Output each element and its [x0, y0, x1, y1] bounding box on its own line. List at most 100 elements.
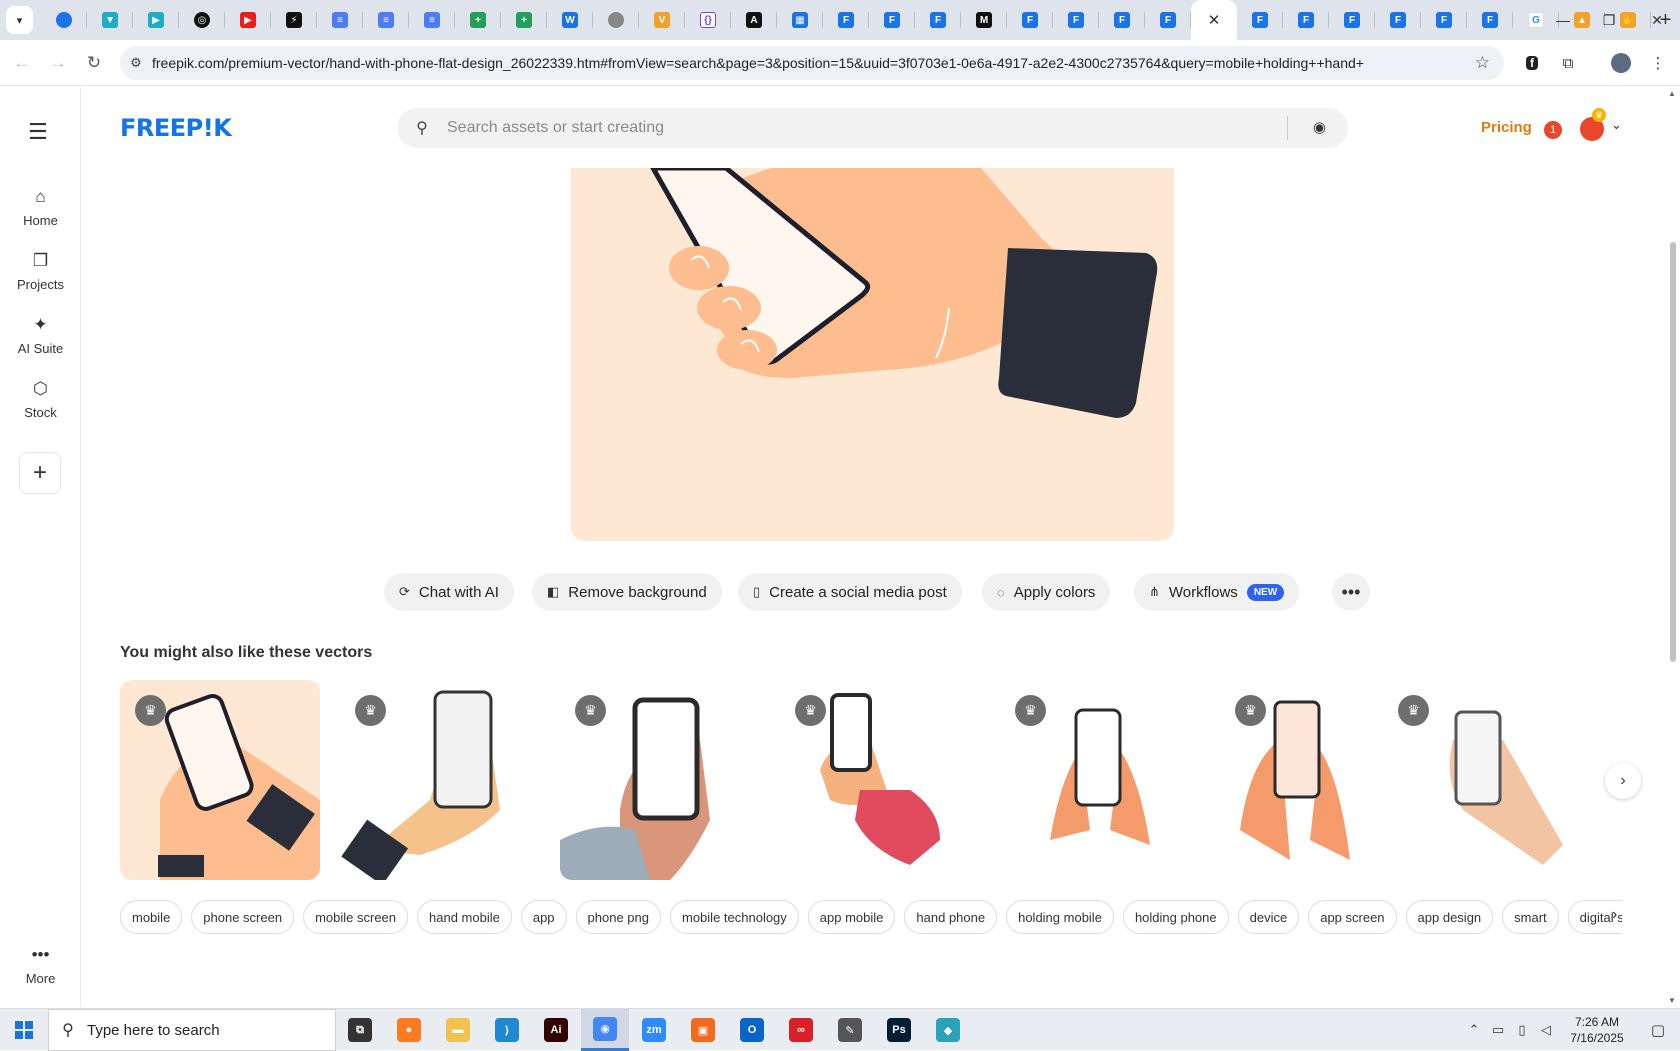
browser-tab[interactable]: ▼: [87, 0, 134, 40]
browser-tab[interactable]: F: [1007, 0, 1054, 40]
sidebar-item-more[interactable]: ••• More: [0, 945, 81, 986]
browser-tab[interactable]: ▦: [777, 0, 824, 40]
browser-tab[interactable]: F: [1053, 0, 1100, 40]
browser-tab[interactable]: ▶: [133, 0, 180, 40]
related-vector-thumbnail[interactable]: ♛: [1000, 680, 1200, 880]
back-button[interactable]: ←: [5, 46, 39, 80]
tag-chip[interactable]: device: [1237, 900, 1300, 934]
related-vector-thumbnail[interactable]: ♛: [560, 680, 760, 880]
freepik-logo[interactable]: FREEP!K: [120, 114, 232, 142]
browser-tab[interactable]: M: [961, 0, 1008, 40]
browser-tab[interactable]: A: [731, 0, 778, 40]
windows-start-button[interactable]: [0, 1009, 48, 1051]
extensions-puzzle-icon[interactable]: ⧉: [1551, 46, 1585, 80]
sidebar-item-projects[interactable]: ❐ Projects: [0, 251, 81, 292]
create-a-social-media-post-button[interactable]: ▯ Create a social media post: [738, 573, 962, 611]
taskbar-app-button[interactable]: ⟩: [483, 1009, 531, 1051]
forward-button[interactable]: →: [41, 46, 75, 80]
browser-tab[interactable]: F: [1237, 0, 1284, 40]
browser-tab[interactable]: F: [1467, 0, 1514, 40]
browser-tab[interactable]: {}: [685, 0, 732, 40]
browser-menu-icon[interactable]: ⋮: [1641, 46, 1675, 80]
related-vector-thumbnail[interactable]: ♛: [1383, 680, 1603, 880]
tray-chevron-up-icon[interactable]: ⌃: [1462, 1022, 1486, 1038]
tab-search-button[interactable]: ▾: [6, 6, 34, 34]
pricing-link[interactable]: Pricing: [1481, 119, 1532, 136]
scroll-up-arrow-icon[interactable]: ▲: [1668, 89, 1676, 98]
browser-tab[interactable]: +: [455, 0, 502, 40]
camera-search-icon[interactable]: ◉: [1313, 118, 1326, 136]
taskbar-app-button[interactable]: ▬: [434, 1009, 482, 1051]
browser-tab[interactable]: [593, 0, 640, 40]
action-center-icon[interactable]: ▢: [1636, 1021, 1680, 1039]
tag-chip[interactable]: holding phone: [1122, 900, 1229, 934]
restore-button[interactable]: ❐: [1586, 0, 1632, 40]
account-chevron-down-icon[interactable]: ⌄: [1611, 117, 1622, 133]
taskbar-app-button[interactable]: zm: [630, 1009, 678, 1051]
taskbar-app-button[interactable]: ◆: [924, 1009, 972, 1051]
tags-next-chevron-icon[interactable]: ›: [1612, 906, 1617, 924]
bookmark-star-icon[interactable]: ☆: [1475, 53, 1490, 73]
browser-tab[interactable]: ◎: [179, 0, 226, 40]
browser-tab[interactable]: [41, 0, 88, 40]
sidebar-item-home[interactable]: ⌂ Home: [0, 187, 81, 228]
active-tab[interactable]: ✕: [1191, 0, 1238, 40]
related-vector-thumbnail[interactable]: ♛: [780, 680, 980, 880]
taskbar-app-button[interactable]: ◉: [581, 1009, 629, 1051]
sidebar-add-button[interactable]: +: [19, 452, 61, 494]
tag-chip[interactable]: phone screen: [191, 900, 295, 934]
tag-chip[interactable]: app design: [1405, 900, 1494, 934]
site-info-icon[interactable]: ⚙: [120, 55, 152, 71]
browser-tab[interactable]: +: [501, 0, 548, 40]
tag-chip[interactable]: app screen: [1308, 900, 1397, 934]
apply-colors-button[interactable]: ◌ Apply colors: [982, 573, 1111, 611]
omnibox[interactable]: ⚙ freepik.com/premium-vector/hand-with-p…: [120, 46, 1504, 80]
browser-tab[interactable]: ≡: [317, 0, 364, 40]
taskbar-clock[interactable]: 7:26 AM 7/16/2025: [1558, 1014, 1636, 1046]
tag-chip[interactable]: hand mobile: [417, 900, 512, 934]
profile-avatar[interactable]: [1604, 46, 1638, 80]
tag-chip[interactable]: app mobile: [807, 900, 896, 934]
taskbar-app-button[interactable]: Ps: [875, 1009, 923, 1051]
sidebar-item-ai-suite[interactable]: ✦ AI Suite: [0, 315, 81, 356]
remove-background-button[interactable]: ◧ Remove background: [532, 573, 722, 611]
notification-badge[interactable]: 1: [1544, 121, 1562, 139]
minimize-button[interactable]: —: [1540, 0, 1586, 40]
browser-tab[interactable]: F: [823, 0, 870, 40]
browser-tab[interactable]: ▶: [225, 0, 272, 40]
tag-chip[interactable]: hand phone: [904, 900, 998, 934]
browser-tab[interactable]: W: [547, 0, 594, 40]
more-tools-button[interactable]: •••: [1332, 573, 1370, 611]
tray-device-icon[interactable]: ▭: [1486, 1022, 1510, 1038]
browser-tab[interactable]: F: [1375, 0, 1422, 40]
network-icon[interactable]: ▯: [1510, 1022, 1534, 1038]
browser-tab[interactable]: ≡: [409, 0, 456, 40]
scrollbar-thumb[interactable]: [1670, 242, 1676, 662]
related-vector-thumbnail[interactable]: ♛: [120, 680, 320, 880]
scroll-down-arrow-icon[interactable]: ▼: [1668, 996, 1676, 1005]
related-vector-thumbnail[interactable]: ♛: [340, 680, 540, 880]
browser-tab[interactable]: F: [1145, 0, 1192, 40]
tag-chip[interactable]: smart: [1502, 900, 1559, 934]
taskbar-search-box[interactable]: ⚲ Type here to search: [48, 1009, 336, 1051]
sidebar-item-stock[interactable]: ⬡ Stock: [0, 379, 81, 420]
search-bar[interactable]: ⚲ ◉: [397, 108, 1348, 148]
browser-tab[interactable]: V: [639, 0, 686, 40]
hamburger-menu-icon[interactable]: ☰: [28, 119, 48, 145]
tag-chip[interactable]: mobile technology: [670, 900, 799, 934]
search-input[interactable]: [447, 119, 1267, 137]
taskbar-app-button[interactable]: ∞: [777, 1009, 825, 1051]
taskbar-app-button[interactable]: O: [728, 1009, 776, 1051]
browser-tab[interactable]: F: [869, 0, 916, 40]
workflows-button[interactable]: ⋔ Workflows NEW: [1134, 573, 1300, 611]
browser-tab[interactable]: ≡: [363, 0, 410, 40]
chat-with-ai-button[interactable]: ⟳ Chat with AI: [384, 573, 514, 611]
url-text[interactable]: freepik.com/premium-vector/hand-with-pho…: [152, 55, 1364, 71]
page-scrollbar[interactable]: ▲ ▼: [1666, 87, 1680, 1007]
carousel-next-button[interactable]: ›: [1605, 763, 1641, 799]
tag-chip[interactable]: app: [520, 900, 567, 934]
reload-button[interactable]: ↻: [77, 46, 111, 80]
tag-chip[interactable]: phone png: [575, 900, 661, 934]
browser-tab[interactable]: F: [1283, 0, 1330, 40]
window-close-button[interactable]: ✕: [1634, 0, 1680, 40]
